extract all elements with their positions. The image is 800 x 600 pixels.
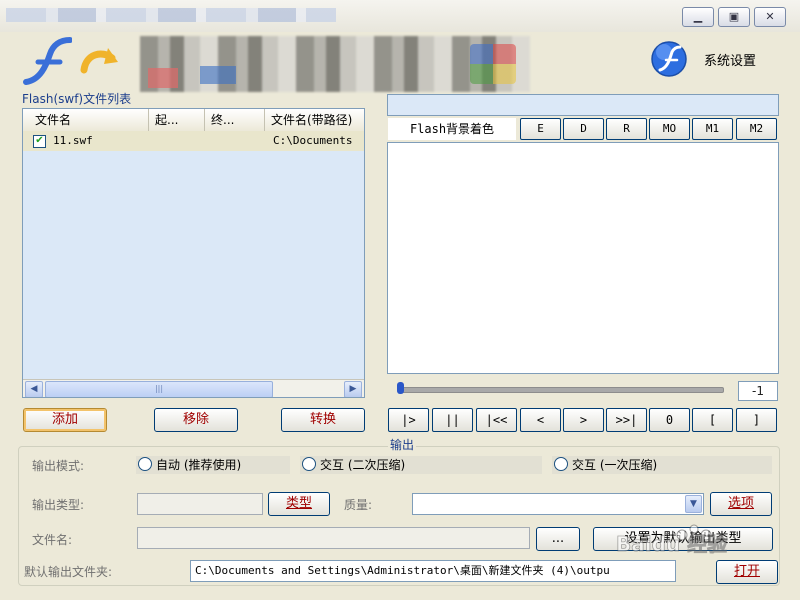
remove-button[interactable]: 移除 <box>154 408 238 432</box>
preview-info-bar <box>387 94 779 116</box>
banner-obscured-part <box>200 66 236 84</box>
radio-auto-label: 自动 (推荐使用) <box>156 458 242 472</box>
radio-interactive-single-icon[interactable] <box>554 457 568 471</box>
column-header-path[interactable]: 文件名(带路径) <box>265 109 364 131</box>
filename-field[interactable] <box>137 527 530 549</box>
radio-interactive-single-label: 交互 (一次压缩) <box>572 458 658 472</box>
table-row[interactable]: ✔ 11.swf C:\Documents <box>23 131 364 151</box>
color-button-m1[interactable]: M1 <box>692 118 733 140</box>
color-button-m2[interactable]: M2 <box>736 118 777 140</box>
default-folder-label: 默认输出文件夹: <box>24 565 113 579</box>
window-title-obscured <box>6 8 336 22</box>
playback-slider[interactable] <box>398 387 724 393</box>
chevron-down-icon[interactable]: ▼ <box>685 495 702 513</box>
pause-button[interactable]: || <box>432 408 473 432</box>
restore-button[interactable]: ▣ <box>718 7 750 27</box>
file-list[interactable]: 文件名 起... 终... 文件名(带路径) ✔ 11.swf C:\Docum… <box>22 108 365 398</box>
row-filename: 11.swf <box>53 134 93 147</box>
column-header-filename[interactable]: 文件名 <box>23 109 149 131</box>
output-type-field <box>137 493 263 515</box>
scroll-left-icon[interactable]: ◀ <box>25 381 43 397</box>
convert-button[interactable]: 转换 <box>281 408 365 432</box>
color-button-e[interactable]: E <box>520 118 561 140</box>
forward-end-button[interactable]: >>| <box>606 408 647 432</box>
row-end <box>211 131 261 151</box>
default-folder-field[interactable]: C:\Documents and Settings\Administrator\… <box>190 560 676 582</box>
quality-label: 质量: <box>344 498 373 512</box>
output-group-title: 输出 <box>388 436 417 453</box>
browse-button[interactable]: ... <box>536 527 580 551</box>
scrollbar-thumb[interactable]: ||| <box>45 381 273 397</box>
close-button[interactable]: ✕ <box>754 7 786 27</box>
prev-frame-button[interactable]: < <box>520 408 561 432</box>
color-button-d[interactable]: D <box>563 118 604 140</box>
mark-out-button[interactable]: ] <box>736 408 777 432</box>
options-button[interactable]: 选项 <box>710 492 772 516</box>
zero-button[interactable]: 0 <box>649 408 690 432</box>
radio-interactive-double-icon[interactable] <box>302 457 316 471</box>
preview-area[interactable] <box>387 142 779 374</box>
minimize-icon: ▁ <box>693 10 703 23</box>
colorful-logo-icon <box>470 44 516 84</box>
radio-auto[interactable]: 自动 (推荐使用) <box>136 456 290 474</box>
settings-flash-icon[interactable] <box>650 40 688 78</box>
close-icon: ✕ <box>765 10 775 23</box>
settings-label[interactable]: 系统设置 <box>704 50 756 69</box>
filename-label: 文件名: <box>32 533 73 547</box>
row-start <box>155 131 205 151</box>
flash-logo-icon <box>23 37 72 85</box>
restore-icon: ▣ <box>728 10 740 23</box>
play-button[interactable]: |> <box>388 408 429 432</box>
scroll-right-icon[interactable]: ▶ <box>344 381 362 397</box>
quality-select[interactable]: ▼ <box>412 493 704 515</box>
frame-number[interactable]: -1 <box>738 381 778 401</box>
playback-slider-thumb[interactable] <box>397 382 404 394</box>
horizontal-scrollbar[interactable]: ◀ ||| ▶ <box>23 379 364 397</box>
output-mode-label: 输出模式: <box>32 459 85 473</box>
row-path: C:\Documents <box>273 134 353 147</box>
row-checkbox[interactable]: ✔ <box>33 135 46 148</box>
output-type-label: 输出类型: <box>32 498 85 512</box>
radio-auto-icon[interactable] <box>138 457 152 471</box>
svg-text:Baidu 经验: Baidu 经验 <box>616 532 727 556</box>
bg-color-label: Flash背景着色 <box>388 118 516 140</box>
column-header-start[interactable]: 起... <box>149 109 205 131</box>
file-list-header: 文件名 起... 终... 文件名(带路径) <box>23 109 364 132</box>
radio-interactive-double[interactable]: 交互 (二次压缩) <box>300 456 542 474</box>
mark-in-button[interactable]: [ <box>692 408 733 432</box>
radio-interactive-single[interactable]: 交互 (一次压缩) <box>552 456 772 474</box>
arrow-logo-icon <box>80 48 118 74</box>
type-button[interactable]: 类型 <box>268 492 330 516</box>
file-list-label: Flash(swf)文件列表 <box>22 92 132 106</box>
rewind-button[interactable]: |<< <box>476 408 517 432</box>
minimize-button[interactable]: ▁ <box>682 7 714 27</box>
next-frame-button[interactable]: > <box>563 408 604 432</box>
radio-interactive-double-label: 交互 (二次压缩) <box>320 458 406 472</box>
color-button-m0[interactable]: MO <box>649 118 690 140</box>
column-header-end[interactable]: 终... <box>205 109 265 131</box>
open-folder-button[interactable]: 打开 <box>716 560 778 584</box>
baidu-watermark: Baidu 经验 <box>616 524 728 556</box>
banner-obscured-part <box>148 68 178 88</box>
add-button[interactable]: 添加 <box>23 408 107 432</box>
color-button-r[interactable]: R <box>606 118 647 140</box>
